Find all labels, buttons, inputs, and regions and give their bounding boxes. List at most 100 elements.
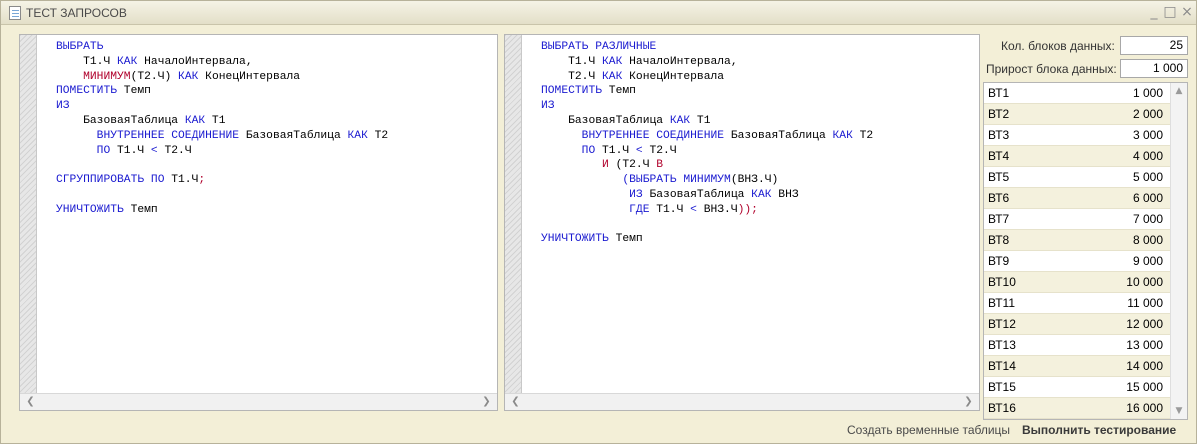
table-row[interactable]: ВТ6 6 000 — [984, 188, 1187, 209]
text-token: (Т2.Ч) — [130, 70, 172, 83]
minimize-icon[interactable]: _ — [1146, 4, 1162, 20]
code-line: ВНУТРЕННЕЕ СОЕДИНЕНИЕ БазоваяТаблица КАК… — [541, 129, 979, 144]
table-name-cell: ВТ12 — [988, 317, 1016, 331]
keyword-token: ВНУТРЕННЕЕ СОЕДИНЕНИЕ — [541, 129, 725, 142]
table-size-cell: 10 000 — [1126, 275, 1163, 289]
keyword-token: ПО — [541, 144, 596, 157]
text-token: (Т2.Ч — [608, 159, 657, 172]
keyword-token: УНИЧТОЖИТЬ — [541, 233, 609, 246]
keyword-token: КАК — [602, 70, 623, 83]
text-token: (ВНЗ.Ч) — [730, 174, 779, 187]
code-line: УНИЧТОЖИТЬ Темп — [56, 203, 497, 218]
keyword-token: КАК — [117, 55, 138, 68]
text-token: Т1 — [690, 114, 711, 127]
table-row[interactable]: ВТ4 4 000 — [984, 146, 1187, 167]
table-size-cell: 6 000 — [1132, 191, 1163, 205]
keyword-token: КАК — [602, 55, 623, 68]
scroll-thumb[interactable] — [1174, 103, 1184, 403]
table-name-cell: ВТ10 — [988, 275, 1016, 289]
text-token: НачалоИнтервала, — [622, 55, 738, 68]
table-row[interactable]: ВТ5 5 000 — [984, 167, 1187, 188]
blocks-count-input[interactable]: 25 — [1120, 36, 1188, 55]
table-size-cell: 4 000 — [1132, 149, 1163, 163]
window-title: ТЕСТ ЗАПРОСОВ — [26, 6, 127, 20]
table-row[interactable]: ВТ11 11 000 — [984, 293, 1187, 314]
query-editor-right[interactable]: ВЫБРАТЬ РАЗЛИЧНЫЕ Т1.Ч КАК НачалоИнтерва… — [504, 34, 980, 411]
function-token: )); — [737, 203, 758, 216]
table-row[interactable]: ВТ9 9 000 — [984, 251, 1187, 272]
text-token: Темп — [117, 85, 151, 98]
code-line: СГРУППИРОВАТЬ ПО Т1.Ч; — [56, 173, 497, 188]
scroll-right-icon[interactable]: ❯ — [960, 394, 977, 410]
table-size-cell: 15 000 — [1126, 380, 1163, 394]
run-test-button[interactable]: Выполнить тестирование — [1022, 423, 1176, 437]
keyword-token: СГРУППИРОВАТЬ ПО — [56, 174, 165, 187]
table-size-cell: 12 000 — [1126, 317, 1163, 331]
scroll-left-icon[interactable]: ❮ — [22, 394, 39, 410]
table-row[interactable]: ВТ15 15 000 — [984, 377, 1187, 398]
scroll-down-icon[interactable]: ▼ — [1171, 403, 1187, 419]
horizontal-scrollbar[interactable]: ❮ ❯ — [20, 393, 497, 410]
text-token: ВНЗ.Ч — [696, 203, 738, 216]
create-temp-tables-button[interactable]: Создать временные таблицы — [847, 423, 1010, 437]
close-icon[interactable]: × — [1179, 4, 1195, 20]
keyword-token: КАК — [171, 70, 199, 83]
block-growth-input[interactable]: 1 000 — [1120, 59, 1188, 78]
keyword-token: ВНУТРЕННЕЕ СОЕДИНЕНИЕ — [56, 129, 240, 142]
table-name-cell: ВТ16 — [988, 401, 1016, 415]
table-name-cell: ВТ7 — [988, 212, 1010, 226]
scroll-up-icon[interactable]: ▲ — [1171, 83, 1187, 99]
table-name-cell: ВТ1 — [988, 86, 1010, 100]
title-bar: ТЕСТ ЗАПРОСОВ _ □ × — [1, 1, 1196, 25]
table-size-cell: 16 000 — [1126, 401, 1163, 415]
horizontal-scrollbar[interactable]: ❮ ❯ — [505, 393, 979, 410]
text-token: Т1.Ч — [595, 144, 636, 157]
code-line: (ВЫБРАТЬ МИНИМУМ(ВНЗ.Ч) — [541, 173, 979, 188]
scroll-left-icon[interactable]: ❮ — [507, 394, 524, 410]
text-token: КонецИнтервала — [198, 70, 301, 83]
keyword-token: ИЗ — [56, 100, 70, 113]
table-size-cell: 14 000 — [1126, 359, 1163, 373]
table-row[interactable]: ВТ10 10 000 — [984, 272, 1187, 293]
table-row[interactable]: ВТ13 13 000 — [984, 335, 1187, 356]
table-name-cell: ВТ8 — [988, 233, 1010, 247]
vertical-scrollbar[interactable]: ▲ ▼ — [1170, 83, 1187, 419]
text-token: БазоваяТаблица — [56, 114, 185, 127]
temp-tables-list[interactable]: ВТ1 1 000 ВТ2 2 000 ВТ3 3 000 ВТ4 4 000 ВТ5 5 000… — [983, 82, 1188, 420]
keyword-token: < — [690, 203, 697, 216]
scroll-right-icon[interactable]: ❯ — [478, 394, 495, 410]
code-line: Т2.Ч КАК КонецИнтервала — [541, 70, 979, 85]
table-row[interactable]: ВТ3 3 000 — [984, 125, 1187, 146]
table-row[interactable]: ВТ8 8 000 — [984, 230, 1187, 251]
text-token: Темп — [608, 233, 643, 246]
blocks-count-label: Кол. блоков данных: — [1001, 39, 1115, 53]
table-row[interactable]: ВТ16 16 000 — [984, 398, 1187, 419]
code-line: БазоваяТаблица КАК Т1 — [56, 114, 497, 129]
table-row[interactable]: ВТ1 1 000 — [984, 83, 1187, 104]
table-row[interactable]: ВТ7 7 000 — [984, 209, 1187, 230]
keyword-token: ПО — [56, 144, 111, 157]
code-line: ИЗ — [541, 99, 979, 114]
text-token: Т1.Ч — [541, 55, 603, 68]
text-token: Т2.Ч — [642, 144, 677, 157]
keyword-token: ПОМЕСТИТЬ — [56, 85, 118, 98]
text-token: Темп — [123, 203, 158, 216]
query-text-left[interactable]: ВЫБРАТЬ Т1.Ч КАК НачалоИнтервала, МИНИМУ… — [56, 40, 497, 392]
editor-gutter — [20, 35, 37, 410]
maximize-icon[interactable]: □ — [1162, 4, 1178, 20]
code-line: УНИЧТОЖИТЬ Темп — [541, 232, 979, 247]
table-name-cell: ВТ3 — [988, 128, 1010, 142]
query-editor-left[interactable]: ВЫБРАТЬ Т1.Ч КАК НачалоИнтервала, МИНИМУ… — [19, 34, 498, 411]
text-token: Темп — [602, 85, 636, 98]
table-name-cell: ВТ5 — [988, 170, 1010, 184]
table-name-cell: ВТ9 — [988, 254, 1010, 268]
query-text-right[interactable]: ВЫБРАТЬ РАЗЛИЧНЫЕ Т1.Ч КАК НачалоИнтерва… — [541, 40, 979, 392]
table-row[interactable]: ВТ2 2 000 — [984, 104, 1187, 125]
table-name-cell: ВТ4 — [988, 149, 1010, 163]
table-row[interactable]: ВТ14 14 000 — [984, 356, 1187, 377]
text-token: Т2 — [367, 129, 389, 142]
table-row[interactable]: ВТ12 12 000 — [984, 314, 1187, 335]
function-token: МИНИМУМ — [56, 70, 131, 83]
keyword-token: КАК — [832, 129, 853, 142]
